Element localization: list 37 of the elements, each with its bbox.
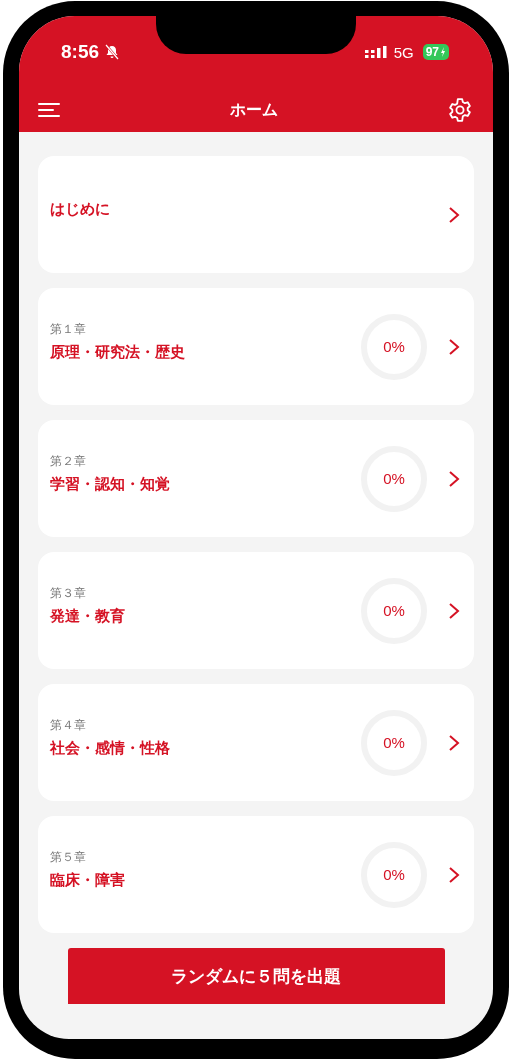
chapter-title: 社会・感情・性格 [50, 739, 171, 758]
chapter-card[interactable]: 第３章 発達・教育 0% [38, 552, 474, 669]
network-label: 5G [393, 43, 414, 61]
chevron-icon [448, 469, 460, 488]
chevron-icon [448, 865, 460, 884]
chapter-number: 第５章 [50, 849, 87, 866]
chapter-number: 第２章 [50, 453, 87, 470]
chapter-number: 第３章 [50, 585, 87, 602]
menu-icon[interactable] [38, 102, 60, 118]
settings-icon[interactable] [447, 97, 473, 123]
chapter-number: 第４章 [50, 717, 87, 734]
chapter-number: 第１章 [50, 321, 87, 338]
progress-percent: 0% [383, 734, 405, 751]
progress-percent: 0% [383, 338, 405, 355]
chevron-icon [448, 205, 460, 224]
progress-percent: 0% [383, 602, 405, 619]
progress-percent: 0% [383, 866, 405, 883]
chapter-card[interactable]: 第２章 学習・認知・知覚 0% [38, 420, 474, 537]
section-card[interactable]: はじめに [38, 156, 474, 273]
random-quiz-button[interactable]: ランダムに５問を出題 [67, 948, 445, 1004]
chapter-title: 原理・研究法・歴史 [50, 343, 186, 362]
battery-indicator: 97 [422, 44, 449, 60]
chevron-icon [448, 601, 460, 620]
chapter-title: 学習・認知・知覚 [50, 475, 171, 494]
chapter-card[interactable]: 第４章 社会・感情・性格 0% [38, 684, 474, 801]
chevron-icon [448, 337, 460, 356]
progress-percent: 0% [383, 470, 405, 487]
chapter-title: 発達・教育 [50, 607, 126, 626]
section-title: はじめに [50, 200, 111, 219]
status-time: 8:56 [61, 41, 100, 63]
signal-icon [364, 46, 387, 58]
chevron-icon [448, 733, 460, 752]
chapter-title: 臨床・障害 [50, 871, 126, 890]
chapter-card[interactable]: 第５章 臨床・障害 0% [38, 816, 474, 933]
muted-bell-icon [104, 44, 121, 60]
page-title: ホーム [229, 99, 278, 121]
chapter-card[interactable]: 第１章 原理・研究法・歴史 0% [38, 288, 474, 405]
